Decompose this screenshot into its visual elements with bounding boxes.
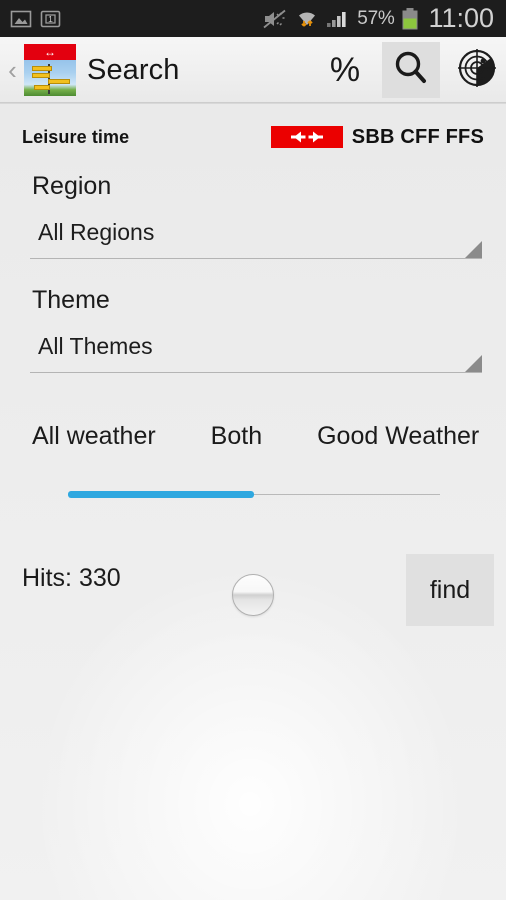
svg-text:1: 1: [48, 14, 53, 24]
theme-spinner[interactable]: All Themes: [30, 329, 482, 373]
sbb-cross-arrow-icon: [270, 126, 343, 148]
percent-icon: %: [329, 51, 361, 89]
region-spinner-value: All Regions: [38, 219, 155, 245]
weather-option-all[interactable]: All weather: [32, 422, 156, 451]
weather-option-good[interactable]: Good Weather: [317, 422, 479, 451]
dropdown-caret-icon[interactable]: [465, 355, 482, 372]
app-logo-icon[interactable]: ↔: [24, 44, 76, 96]
sbb-brand-logo: SBB CFF FFS: [270, 125, 484, 149]
slider-fill: [68, 491, 254, 498]
find-button[interactable]: find: [406, 554, 494, 626]
status-bar-clock: 11:00: [428, 3, 494, 33]
weather-option-both[interactable]: Both: [211, 422, 262, 451]
theme-spinner-value: All Themes: [38, 333, 153, 359]
wifi-icon: [295, 8, 319, 30]
section-header: Leisure time SBB CFF FFS: [0, 122, 506, 152]
back-button[interactable]: ‹: [0, 57, 22, 83]
dropdown-caret-icon[interactable]: [465, 241, 482, 258]
sim-card-1-icon: 1: [40, 8, 61, 30]
battery-icon: [401, 7, 419, 31]
hits-label: Hits: 330: [22, 564, 121, 592]
region-field: Region All Regions: [0, 172, 506, 259]
action-bar: ‹ ↔ Search %: [0, 37, 506, 103]
main-content: Leisure time SBB CFF FFS Region All Regi…: [0, 104, 506, 900]
search-icon: [391, 48, 431, 93]
action-bar-actions: %: [316, 37, 506, 103]
section-title: Leisure time: [22, 126, 130, 147]
region-label: Region: [32, 172, 112, 200]
status-bar-right-icons: 57% 11:00: [262, 5, 498, 32]
mute-icon: [262, 8, 288, 30]
radar-icon: [456, 47, 498, 94]
radar-button[interactable]: [448, 42, 506, 98]
results-row: Hits: 330 find: [0, 554, 506, 644]
theme-label: Theme: [32, 286, 110, 314]
battery-percent-label: 57%: [357, 7, 395, 29]
region-spinner[interactable]: All Regions: [30, 215, 482, 259]
weather-slider[interactable]: [0, 469, 506, 529]
region-spinner-underline: [30, 258, 482, 259]
page-title: Search: [87, 53, 180, 86]
percent-button[interactable]: %: [316, 42, 374, 98]
sbb-brand-text: SBB CFF FFS: [351, 125, 484, 148]
signal-bars-icon: [326, 8, 350, 30]
phone-screen: 1 57% 11:00 ‹ ↔ Search % Leisure time SB…: [0, 0, 506, 900]
theme-field: Theme All Themes: [0, 286, 506, 373]
status-bar: 1 57% 11:00: [0, 0, 506, 37]
status-bar-left-icons: 1: [10, 8, 61, 30]
weather-options-row: All weather Both Good Weather: [0, 422, 506, 451]
screenshot-icon: [10, 8, 32, 30]
theme-spinner-underline: [30, 372, 482, 373]
search-button[interactable]: [382, 42, 440, 98]
